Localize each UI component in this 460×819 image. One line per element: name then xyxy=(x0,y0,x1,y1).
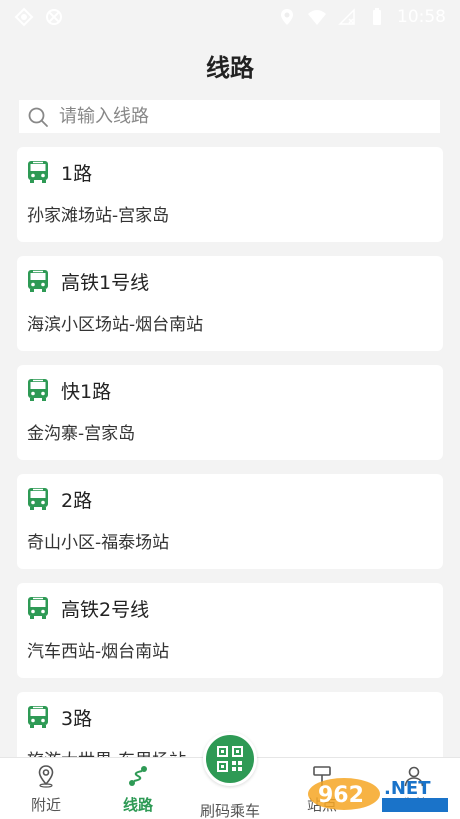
status-left xyxy=(14,7,64,27)
route-name: 高铁1号线 xyxy=(61,271,150,294)
nav-label-routes: 线路 xyxy=(122,796,153,814)
wifi-icon xyxy=(308,10,326,25)
route-card-4[interactable]: 2路 奇山小区-福泰场站 xyxy=(17,474,443,569)
search-bar[interactable] xyxy=(19,100,440,133)
route-list: 1路 孙家滩场站-宫家岛 高铁1号线 海滨小区场站-烟台南站 快1路 金沟寨-宫… xyxy=(17,147,443,801)
nav-item-nearby[interactable]: 附近 xyxy=(0,758,92,819)
route-stops: 孙家滩场站-宫家岛 xyxy=(27,206,170,226)
route-card-1[interactable]: 1路 孙家滩场站-宫家岛 xyxy=(17,147,443,242)
route-card-header: 高铁1号线 xyxy=(27,266,433,296)
bus-icon xyxy=(28,161,48,183)
location-icon xyxy=(281,9,293,25)
search-icon xyxy=(28,107,48,127)
bus-icon xyxy=(28,488,48,510)
route-card-header: 快1路 xyxy=(27,375,433,405)
route-stops: 汽车西站-烟台南站 xyxy=(27,642,170,662)
bus-icon xyxy=(28,270,48,292)
scan-button[interactable] xyxy=(203,732,257,786)
route-icon xyxy=(129,766,147,786)
app-screen: 10:58 线路 请输入线路 1路 孙家滩场站-宫家岛 高铁1号线 海滨小区场站… xyxy=(0,0,460,819)
route-card-header: 2路 xyxy=(27,484,433,514)
route-stops: 奇山小区-福泰场站 xyxy=(27,533,170,553)
route-name: 高铁2号线 xyxy=(61,598,150,621)
route-card-header: 1路 xyxy=(27,157,433,187)
page-title: 线路 xyxy=(206,53,254,82)
search-input[interactable] xyxy=(59,106,419,127)
bus-icon xyxy=(28,597,48,619)
route-card-header: 3路 xyxy=(27,702,433,732)
bus-icon xyxy=(28,706,48,728)
nav-item-routes[interactable]: 线路 xyxy=(92,758,184,819)
header: 线路 xyxy=(0,34,460,96)
svg-text:962: 962 xyxy=(318,783,364,808)
no-sim-icon xyxy=(338,8,355,25)
qr-code-icon xyxy=(217,746,243,772)
route-card-5[interactable]: 高铁2号线 汽车西站-烟台南站 xyxy=(17,583,443,678)
status-right: 10:58 xyxy=(277,7,446,27)
notification-icon xyxy=(14,7,34,27)
bus-icon xyxy=(28,379,48,401)
nav-item-scan[interactable]: 刷码乘车 xyxy=(184,732,276,819)
status-time: 10:58 xyxy=(397,7,446,27)
route-name: 快1路 xyxy=(61,380,112,403)
route-card-3[interactable]: 快1路 金沟寨-宫家岛 xyxy=(17,365,443,460)
location-pin-icon xyxy=(38,765,54,788)
battery-icon xyxy=(373,8,381,25)
route-stops: 金沟寨-宫家岛 xyxy=(27,424,136,444)
route-name: 2路 xyxy=(61,489,93,512)
app-icon xyxy=(46,9,62,25)
route-name: 3路 xyxy=(61,707,93,730)
route-card-header: 高铁2号线 xyxy=(27,593,433,623)
status-bar: 10:58 xyxy=(0,0,460,34)
route-card-2[interactable]: 高铁1号线 海滨小区场站-烟台南站 xyxy=(17,256,443,351)
nav-label-nearby: 附近 xyxy=(30,796,61,814)
route-name: 1路 xyxy=(61,162,93,185)
route-stops: 海滨小区场站-烟台南站 xyxy=(27,315,204,335)
watermark-logo: 962 .NET xyxy=(308,778,448,812)
nav-label-scan: 刷码乘车 xyxy=(199,802,260,819)
svg-text:.NET: .NET xyxy=(384,778,431,799)
